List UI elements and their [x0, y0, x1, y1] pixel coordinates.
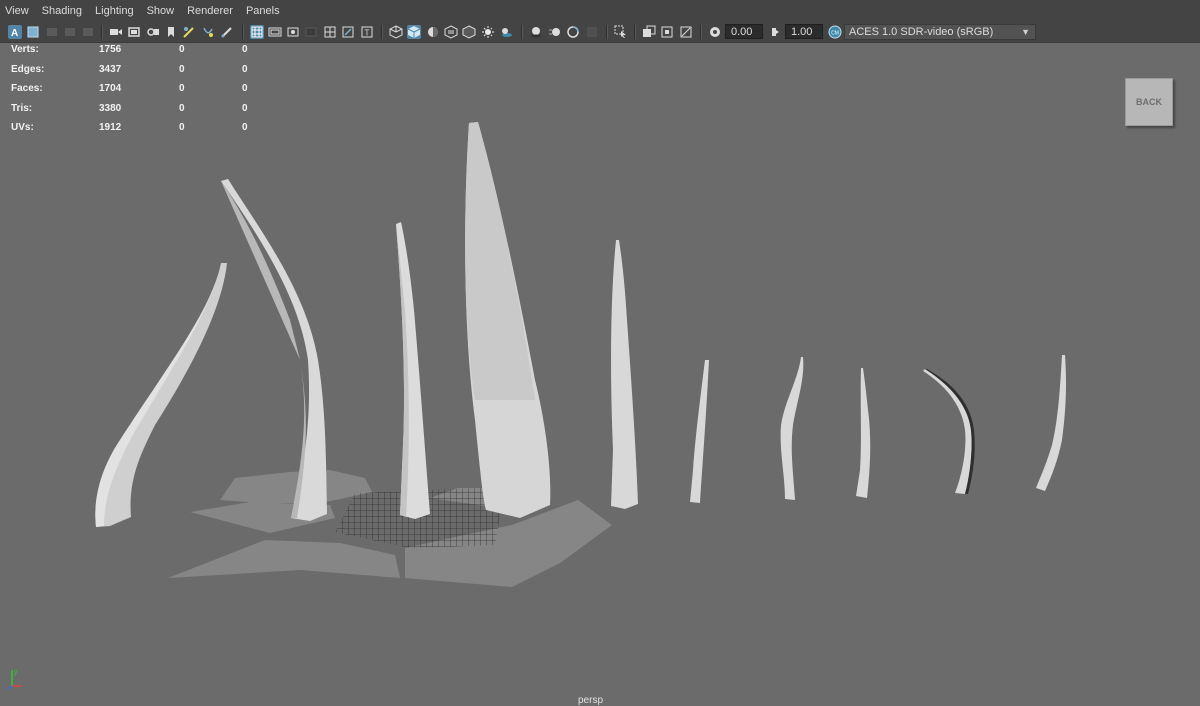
menu-renderer[interactable]: Renderer [181, 0, 240, 22]
svg-text:y: y [14, 669, 18, 676]
grease-pencil-icon[interactable] [182, 25, 196, 39]
camera-icon[interactable] [109, 25, 123, 39]
shadows-icon[interactable] [499, 25, 513, 39]
horn-8[interactable] [856, 368, 871, 498]
paint-brush-icon[interactable] [220, 25, 234, 39]
hud-value: 0 [242, 102, 248, 114]
menu-show[interactable]: Show [141, 0, 182, 22]
color-management-icon[interactable]: CM [827, 24, 842, 39]
xray-icon[interactable] [462, 25, 476, 39]
camera-film-icon[interactable] [127, 25, 141, 39]
horn-2[interactable] [221, 179, 327, 521]
menu-panels[interactable]: Panels [240, 0, 287, 22]
bookmark-flag-icon[interactable] [164, 25, 178, 39]
svg-text:CM: CM [831, 30, 839, 36]
menu-lighting[interactable]: Lighting [89, 0, 141, 22]
use-all-lights-icon[interactable] [481, 25, 495, 39]
hud-value: 0 [242, 83, 248, 94]
hud-value: 0 [242, 122, 248, 133]
hud-value: 3437 [99, 63, 122, 75]
hud-label: Tris: [11, 102, 33, 114]
film-gate-icon[interactable] [268, 25, 282, 39]
view-cube-face-label: BACK [1136, 97, 1162, 107]
safe-title-icon[interactable]: T [360, 25, 374, 39]
hud-label: Faces: [11, 83, 43, 94]
hud-value: 0 [179, 83, 185, 94]
hud-value: 0 [179, 44, 185, 55]
horn-4[interactable] [465, 122, 551, 518]
resolution-gate-icon[interactable] [286, 25, 300, 39]
textured-icon[interactable] [444, 25, 458, 39]
hud-value: 1756 [99, 44, 122, 55]
toolbar-separator [634, 25, 636, 39]
hud-value: 0 [179, 102, 185, 114]
hud-label: Edges: [11, 63, 45, 75]
axis-gizmo-icon: y [7, 669, 22, 690]
exposure-icon[interactable] [708, 25, 722, 39]
lock-camera-icon[interactable] [146, 25, 160, 39]
horn-5[interactable] [611, 240, 638, 509]
svg-text:T: T [365, 29, 370, 38]
smooth-shade-icon[interactable] [407, 25, 421, 39]
menu-shading[interactable]: Shading [36, 0, 89, 22]
hud-value: 1912 [99, 122, 122, 133]
xray-active-components-icon[interactable] [660, 25, 674, 39]
hud-value: 1704 [99, 83, 122, 94]
horn-6[interactable] [690, 360, 709, 503]
image-plane-icon[interactable] [63, 25, 77, 39]
hud-value: 0 [242, 63, 248, 75]
bookmark-icon[interactable] [45, 25, 59, 39]
chevron-down-icon: ▼ [1021, 27, 1030, 37]
toolbar-separator [700, 25, 702, 39]
gamma-icon[interactable] [768, 25, 782, 39]
hud-value: 0 [242, 44, 248, 55]
view-cube[interactable]: BACK [1125, 78, 1173, 126]
exposure-field[interactable]: 0.00 [725, 24, 763, 39]
safe-action-icon[interactable] [341, 25, 355, 39]
backface-culling-icon[interactable] [679, 25, 693, 39]
viewport-toolbar: A T 0.00 1.00 CM ACES 1.0 SDR-video (sRG… [0, 22, 1200, 43]
color-space-dropdown[interactable]: ACES 1.0 SDR-video (sRGB) ▼ [844, 24, 1036, 40]
gate-mask-icon[interactable] [304, 25, 318, 39]
motion-blur-icon[interactable] [548, 25, 562, 39]
grid-icon[interactable] [250, 25, 264, 39]
gamma-field[interactable]: 1.00 [785, 24, 823, 39]
hud-value: 3380 [99, 102, 122, 114]
viewport-menu-bar: View Shading Lighting Show Renderer Pane… [0, 0, 1200, 22]
color-space-value: ACES 1.0 SDR-video (sRGB) [849, 26, 994, 38]
default-material-icon[interactable] [426, 25, 440, 39]
horn-7[interactable] [780, 357, 804, 500]
xray-joints-icon[interactable] [642, 25, 656, 39]
screen-space-ao-icon[interactable] [529, 25, 543, 39]
wireframe-icon[interactable] [389, 25, 403, 39]
horn-9[interactable] [923, 369, 975, 494]
field-chart-icon[interactable] [323, 25, 337, 39]
hud-value: 0 [179, 122, 185, 133]
horn-3[interactable] [396, 222, 430, 519]
toolbar-separator [242, 25, 244, 39]
uv-tool-icon[interactable] [201, 25, 215, 39]
toolbar-separator [606, 25, 608, 39]
2d-pan-zoom-icon[interactable] [81, 25, 95, 39]
hud-label: Verts: [11, 44, 39, 55]
svg-text:A: A [11, 28, 18, 39]
toolbar-separator [521, 25, 523, 39]
hud-label: UVs: [11, 122, 34, 133]
camera-attributes-icon[interactable] [26, 25, 40, 39]
depth-of-field-icon[interactable] [585, 25, 599, 39]
horn-10[interactable] [1036, 355, 1066, 491]
isolate-select-icon[interactable] [614, 25, 628, 39]
anti-aliasing-icon[interactable] [566, 25, 580, 39]
horn-1[interactable] [95, 263, 227, 527]
viewport-scene[interactable] [0, 42, 1200, 705]
camera-name-label: persp [578, 695, 604, 706]
toolbar-separator [381, 25, 383, 39]
select-camera-icon[interactable]: A [8, 25, 22, 39]
menu-view[interactable]: View [0, 0, 36, 22]
hud-value: 0 [179, 63, 185, 75]
toolbar-separator [101, 25, 103, 39]
